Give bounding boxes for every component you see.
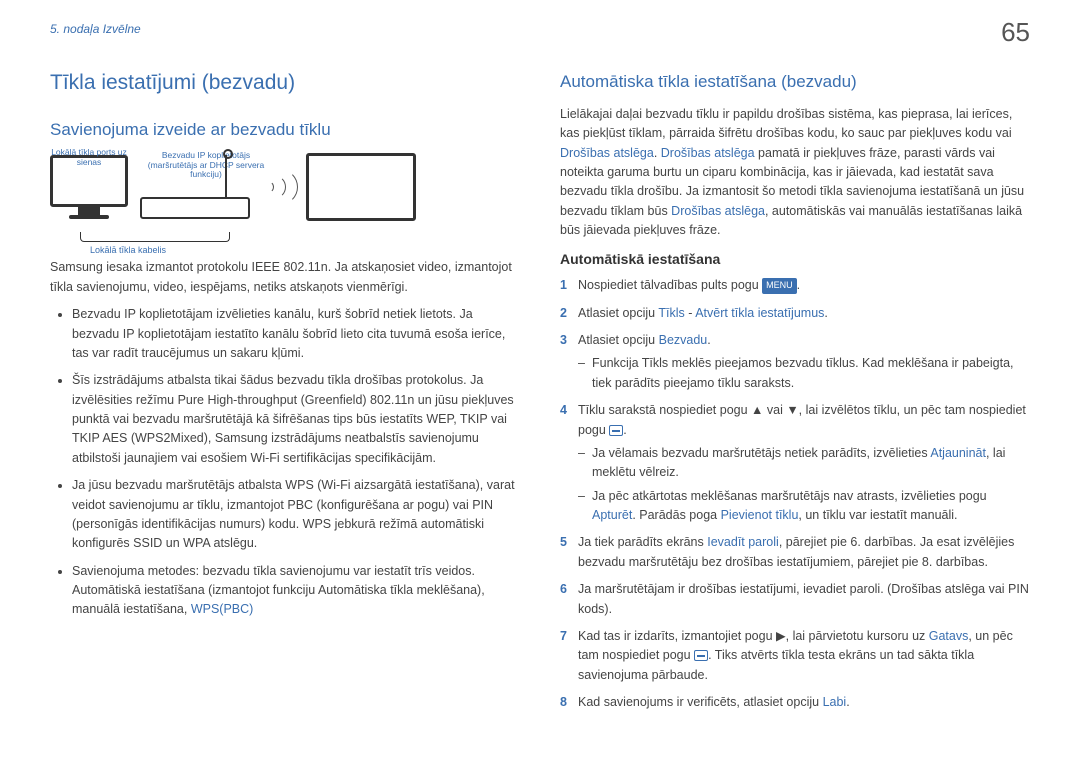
add-network-link[interactable]: Pievienot tīklu xyxy=(721,508,799,522)
section-title: Tīkla iestatījumi (bezvadu) xyxy=(50,67,520,100)
security-key-link[interactable]: Drošības atslēga xyxy=(661,146,755,160)
menu-key-badge: MENU xyxy=(762,278,797,294)
page-number: 65 xyxy=(1001,12,1030,52)
step-text: Ja tiek parādīts ekrāns xyxy=(578,535,707,549)
step-item: 6 Ja maršrutētājam ir drošības iestatīju… xyxy=(560,580,1030,619)
content-columns: Tīkla iestatījumi (bezvadu) Savienojuma … xyxy=(50,67,1030,721)
step-text: . xyxy=(846,695,849,709)
step-item: 3 Atlasiet opciju Bezvadu. Funkcija Tīkl… xyxy=(560,331,1030,393)
step-text: - xyxy=(685,306,695,320)
step-text: Ja maršrutētājam ir drošības iestatījumi… xyxy=(578,582,1029,615)
step-text: Atlasiet opciju xyxy=(578,333,659,347)
list-item: Savienojuma metodes: bezvadu tīkla savie… xyxy=(72,562,520,620)
wps-pbc-link[interactable]: WPS(PBC) xyxy=(191,602,254,616)
router-label: Bezvadu IP koplietotājs (maršrutētājs ar… xyxy=(146,151,266,179)
step-text: . xyxy=(707,333,710,347)
router-illustration: Bezvadu IP koplietotājs (maršrutētājs ar… xyxy=(140,155,250,219)
network-link[interactable]: Tīkls xyxy=(658,306,684,320)
step-item: 8 Kad savienojums ir verificēts, atlasie… xyxy=(560,693,1030,712)
enter-key-icon xyxy=(609,425,623,436)
text: . Parādās poga xyxy=(632,508,720,522)
step-item: 7 Kad tas ir izdarīts, izmantojiet pogu … xyxy=(560,627,1030,685)
section-title: Automātiska tīkla iestatīšana (bezvadu) xyxy=(560,69,1030,95)
step-substep: Ja pēc atkārtotas meklēšanas maršrutētāj… xyxy=(578,487,1030,526)
step-text: Tīklu sarakstā nospiediet pogu ▲ vai ▼, … xyxy=(578,403,1026,436)
steps-list: 1 Nospiediet tālvadības pults pogu MENU.… xyxy=(560,276,1030,712)
text: . xyxy=(654,146,661,160)
step-item: 4 Tīklu sarakstā nospiediet pogu ▲ vai ▼… xyxy=(560,401,1030,525)
subsection-title: Automātiskā iestatīšana xyxy=(560,249,1030,271)
enter-key-icon xyxy=(694,650,708,661)
security-key-link[interactable]: Drošības atslēga xyxy=(671,204,765,218)
step-item: 5 Ja tiek parādīts ekrāns Ievadīt paroli… xyxy=(560,533,1030,572)
notes-list: Bezvadu IP koplietotājam izvēlieties kan… xyxy=(50,305,520,620)
list-text: Savienojuma metodes: bezvadu tīkla savie… xyxy=(72,564,475,578)
step-text: Kad savienojums ir verificēts, atlasiet … xyxy=(578,695,823,709)
text: , un tīklu var iestatīt manuāli. xyxy=(798,508,957,522)
right-column: Automātiska tīkla iestatīšana (bezvadu) … xyxy=(560,67,1030,721)
step-text: Atlasiet opciju xyxy=(578,306,658,320)
list-item: Ja jūsu bezvadu maršrutētājs atbalsta WP… xyxy=(72,476,520,554)
step-substep: Ja vēlamais bezvadu maršrutētājs netiek … xyxy=(578,444,1030,483)
step-text: . xyxy=(797,278,800,292)
lan-cable-label: Lokālā tīkla kabelis xyxy=(90,244,520,258)
open-network-settings-link[interactable]: Atvērt tīkla iestatījumus xyxy=(695,306,824,320)
done-link[interactable]: Gatavs xyxy=(929,629,969,643)
text: Ja pēc atkārtotas meklēšanas maršrutētāj… xyxy=(592,489,987,503)
left-column: Tīkla iestatījumi (bezvadu) Savienojuma … xyxy=(50,67,520,721)
wall-port-illustration: Lokālā tīkla ports uz sienas xyxy=(50,155,128,219)
step-substep: Funkcija Tīkls meklēs pieejamos bezvadu … xyxy=(578,354,1030,393)
step-text: Nospiediet tālvadības pults pogu xyxy=(578,278,762,292)
list-item: Šīs izstrādājums atbalsta tikai šādus be… xyxy=(72,371,520,468)
lan-cable-illustration xyxy=(80,232,230,242)
wifi-waves-icon xyxy=(262,163,294,211)
step-text: Kad tas ir izdarīts, izmantojiet pogu ▶,… xyxy=(578,629,929,643)
step-text: . xyxy=(623,423,626,437)
intro-paragraph: Samsung iesaka izmantot protokolu IEEE 8… xyxy=(50,258,520,297)
ok-link[interactable]: Labi xyxy=(823,695,847,709)
enter-password-link[interactable]: Ievadīt paroli xyxy=(707,535,779,549)
wall-port-label: Lokālā tīkla ports uz sienas xyxy=(46,148,132,167)
stop-link[interactable]: Apturēt xyxy=(592,508,632,522)
security-key-link[interactable]: Drošības atslēga xyxy=(560,146,654,160)
text: Ja vēlamais bezvadu maršrutētājs netiek … xyxy=(592,446,930,460)
refresh-link[interactable]: Atjaunināt xyxy=(930,446,986,460)
step-item: 1 Nospiediet tālvadības pults pogu MENU. xyxy=(560,276,1030,295)
breadcrumb: 5. nodaļa Izvēlne xyxy=(50,20,1030,39)
network-diagram: Lokālā tīkla ports uz sienas Bezvadu IP … xyxy=(50,153,520,258)
paragraph: Lielākajai daļai bezvadu tīklu ir papild… xyxy=(560,105,1030,241)
list-text: Automātiskā iestatīšana (izmantojot funk… xyxy=(72,583,485,616)
section-subtitle: Savienojuma izveide ar bezvadu tīklu xyxy=(50,117,520,143)
step-text: . xyxy=(824,306,827,320)
step-item: 2 Atlasiet opciju Tīkls - Atvērt tīkla i… xyxy=(560,304,1030,323)
display-illustration xyxy=(306,153,416,221)
wireless-link[interactable]: Bezvadu xyxy=(659,333,708,347)
text: Lielākajai daļai bezvadu tīklu ir papild… xyxy=(560,107,1012,140)
list-item: Bezvadu IP koplietotājam izvēlieties kan… xyxy=(72,305,520,363)
